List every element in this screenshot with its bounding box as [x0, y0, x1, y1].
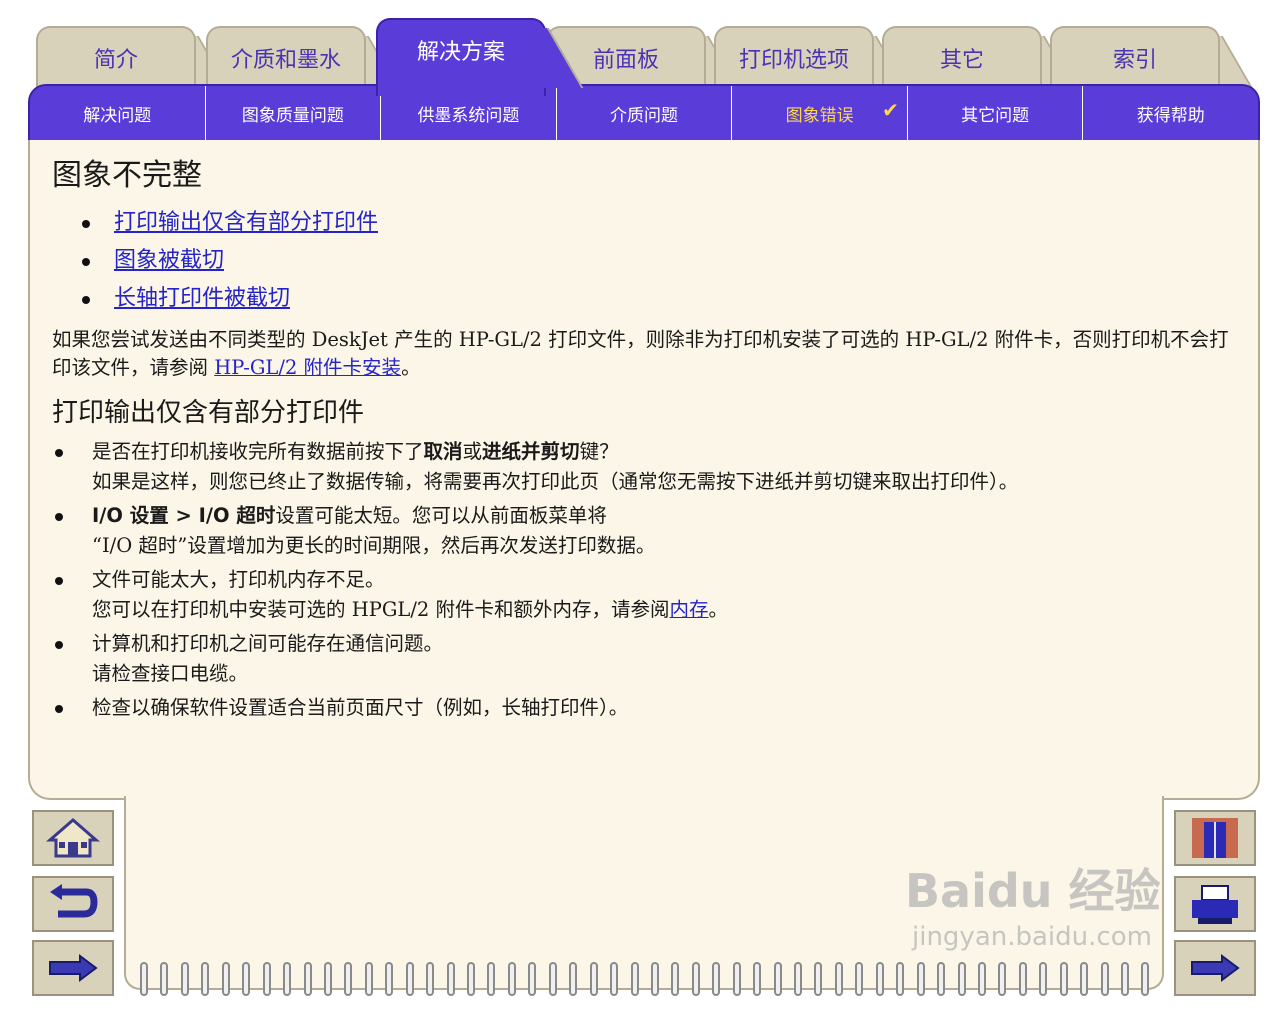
subnav-solve-problems[interactable]: 解决问题 [30, 86, 206, 140]
tab-intro[interactable]: 简介 [36, 26, 196, 88]
tab-media-ink[interactable]: 介质和墨水 [206, 26, 366, 88]
subnav-image-errors[interactable]: 图象错误 ✔ [732, 86, 908, 140]
top-tabs: 简介 介质和墨水 解决方案 前面板 打印机选项 其它 索引 [36, 18, 1246, 96]
home-button[interactable] [32, 810, 114, 866]
section-title: 打印输出仅含有部分打印件 [52, 398, 365, 428]
subnav-label: 介质问题 [610, 105, 679, 126]
list-item: I/O 设置 > I/O 超时设置可能太短。您可以从前面板菜单将 “I/O 超时… [55, 501, 1237, 561]
subnav-label: 解决问题 [83, 105, 152, 126]
subnav-media[interactable]: 介质问题 [557, 86, 733, 140]
item-bold: I/O 设置 > I/O 超时 [92, 504, 276, 527]
tab-label: 其它 [939, 48, 984, 73]
subnav-label: 图象错误 [785, 105, 854, 126]
list-item: 检查以确保软件设置适合当前页面尺寸（例如，长轴打印件）。 [55, 693, 1237, 723]
item-text: 请检查接口电缆。 [92, 662, 249, 685]
cause-list: 是否在打印机接收完所有数据前按下了取消或进纸并剪切键？ 如果是这样，则您已终止了… [52, 437, 1237, 723]
link-image-clipped[interactable]: 图象被截切 [114, 248, 224, 273]
topic-links: 打印输出仅含有部分打印件 图象被截切 长轴打印件被截切 [52, 204, 1237, 318]
door-icon [1192, 818, 1238, 858]
tab-label: 简介 [93, 48, 138, 73]
baidu-watermark-url: jingyan.baidu.com [912, 922, 1152, 952]
link-partial-output[interactable]: 打印输出仅含有部分打印件 [114, 210, 378, 235]
item-text: 如果是这样，则您已终止了数据传输，将需要再次打印此页（通常您无需按下进纸并剪切键… [92, 470, 1019, 493]
item-bold: 进纸并剪切 [482, 440, 580, 463]
list-item: 打印输出仅含有部分打印件 [82, 204, 1237, 242]
item-text: “I/O 超时”设置增加为更长的时间期限，然后再次发送打印数据。 [92, 534, 656, 557]
link-memory[interactable]: 内存 [670, 598, 709, 621]
spiral-binding [140, 962, 1150, 1002]
main-content: 图象不完整 打印输出仅含有部分打印件 图象被截切 长轴打印件被截切 如果您尝试发… [52, 150, 1237, 727]
next-page-button[interactable] [32, 940, 114, 996]
item-text: 检查以确保软件设置适合当前页面尺寸（例如，长轴打印件）。 [92, 696, 629, 719]
page-title: 图象不完整 [52, 158, 202, 193]
check-icon: ✔ [882, 98, 899, 122]
subnav-other-problems[interactable]: 其它问题 [908, 86, 1084, 140]
list-item: 计算机和打印机之间可能存在通信问题。 请检查接口电缆。 [55, 629, 1237, 689]
subnav-get-help[interactable]: 获得帮助 [1083, 86, 1258, 140]
item-text: 文件可能太大，打印机内存不足。 [92, 568, 385, 591]
item-text: 或 [462, 440, 483, 463]
pointing-hand-icon [1191, 954, 1240, 982]
sub-navigation: 解决问题 图象质量问题 供墨系统问题 介质问题 图象错误 ✔ 其它问题 获得帮助 [28, 84, 1260, 142]
exit-door-button[interactable] [1174, 810, 1256, 866]
list-item: 是否在打印机接收完所有数据前按下了取消或进纸并剪切键？ 如果是这样，则您已终止了… [55, 437, 1237, 497]
item-text: 设置可能太短。您可以从前面板菜单将 [275, 504, 607, 527]
tab-other[interactable]: 其它 [882, 26, 1042, 88]
return-arrow-icon [50, 884, 98, 918]
item-bold: 取消 [423, 440, 463, 463]
subnav-label: 图象质量问题 [241, 105, 344, 126]
tab-label: 前面板 [592, 48, 659, 73]
home-icon [46, 818, 100, 858]
intro-end: 。 [401, 356, 421, 379]
tab-label: 解决方案 [416, 40, 505, 65]
subnav-label: 其它问题 [961, 105, 1030, 126]
back-button[interactable] [32, 876, 114, 932]
item-text: 。 [708, 598, 729, 621]
list-item: 图象被截切 [82, 242, 1237, 280]
subnav-image-quality[interactable]: 图象质量问题 [206, 86, 382, 140]
forward-button[interactable] [1174, 940, 1256, 996]
pointing-hand-icon [49, 954, 98, 982]
tab-index[interactable]: 索引 [1050, 26, 1220, 88]
tab-label: 打印机选项 [738, 48, 849, 73]
item-text: 您可以在打印机中安装可选的 HPGL/2 附件卡和额外内存，请参阅 [92, 598, 670, 621]
item-text: 键？ [579, 440, 619, 463]
tab-printer-options[interactable]: 打印机选项 [714, 26, 874, 88]
tab-solutions[interactable]: 解决方案 [376, 18, 546, 96]
tab-label: 索引 [1112, 48, 1157, 73]
item-text: 是否在打印机接收完所有数据前按下了 [92, 440, 424, 463]
subnav-label: 获得帮助 [1136, 105, 1205, 126]
tab-label: 介质和墨水 [230, 48, 341, 73]
item-text: 计算机和打印机之间可能存在通信问题。 [92, 632, 444, 655]
list-item: 长轴打印件被截切 [82, 280, 1237, 318]
printer-icon [1192, 885, 1238, 924]
baidu-watermark: Baidu 经验 [905, 864, 1161, 918]
print-button[interactable] [1174, 876, 1256, 932]
list-item: 文件可能太大，打印机内存不足。 您可以在打印机中安装可选的 HPGL/2 附件卡… [55, 565, 1237, 625]
subnav-label: 供墨系统问题 [417, 105, 520, 126]
link-hpgl2-card[interactable]: HP-GL/2 附件卡安装 [214, 356, 401, 379]
intro-paragraph: 如果您尝试发送由不同类型的 DeskJet 产生的 HP-GL/2 打印文件，则… [52, 326, 1237, 382]
link-long-axis-clipped[interactable]: 长轴打印件被截切 [114, 286, 290, 311]
